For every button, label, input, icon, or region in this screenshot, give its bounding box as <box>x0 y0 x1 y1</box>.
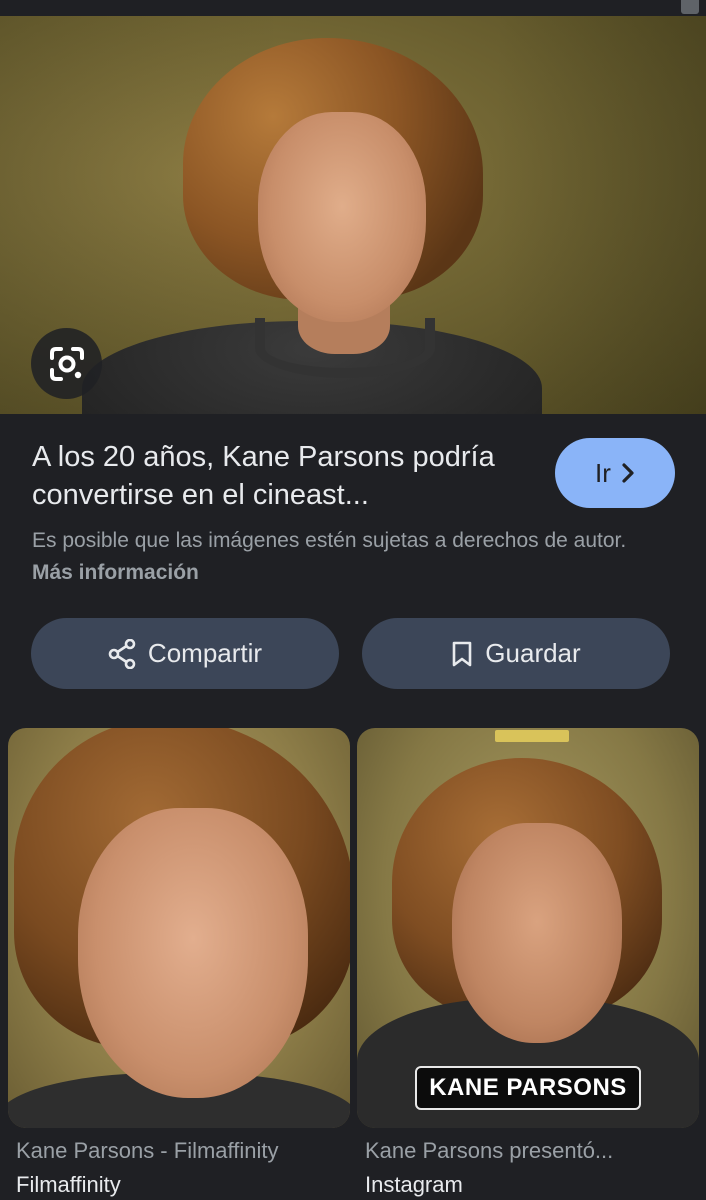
hero-collar <box>255 318 435 378</box>
card2-top-logo <box>477 728 587 746</box>
hero-face <box>258 112 426 322</box>
card1-face <box>78 808 308 1098</box>
go-button[interactable]: Ir <box>555 438 675 508</box>
card2-face <box>452 823 622 1043</box>
related-title-1[interactable]: Kane Parsons - Filmaffinity <box>16 1138 346 1164</box>
related-image-1[interactable] <box>8 728 350 1128</box>
result-title[interactable]: A los 20 años, Kane Parsons podría conve… <box>32 438 532 514</box>
copyright-notice: Es posible que las imágenes estén sujeta… <box>32 525 672 589</box>
chevron-right-icon <box>622 463 634 483</box>
related-title-2[interactable]: Kane Parsons presentó... <box>365 1138 695 1164</box>
hero-image[interactable] <box>0 16 706 414</box>
related-image-2[interactable]: KANE PARSONS <box>357 728 699 1128</box>
go-button-label: Ir <box>595 457 611 488</box>
share-icon <box>108 638 136 669</box>
bookmark-icon <box>452 641 472 666</box>
related-source-2[interactable]: Instagram <box>365 1172 463 1198</box>
related-source-1[interactable]: Filmaffinity <box>16 1172 121 1198</box>
top-bar <box>0 0 706 16</box>
card2-name-overlay: KANE PARSONS <box>415 1066 641 1110</box>
copyright-notice-text: Es posible que las imágenes estén sujeta… <box>32 529 627 552</box>
google-lens-icon <box>49 346 84 381</box>
save-label: Guardar <box>485 638 581 668</box>
more-info-link[interactable]: Más información <box>32 561 199 584</box>
share-label: Compartir <box>147 638 263 668</box>
scrollbar-thumb[interactable] <box>681 0 699 14</box>
save-button[interactable]: Guardar <box>362 618 670 689</box>
share-button[interactable]: Compartir <box>31 618 339 689</box>
lens-button[interactable] <box>31 328 102 399</box>
